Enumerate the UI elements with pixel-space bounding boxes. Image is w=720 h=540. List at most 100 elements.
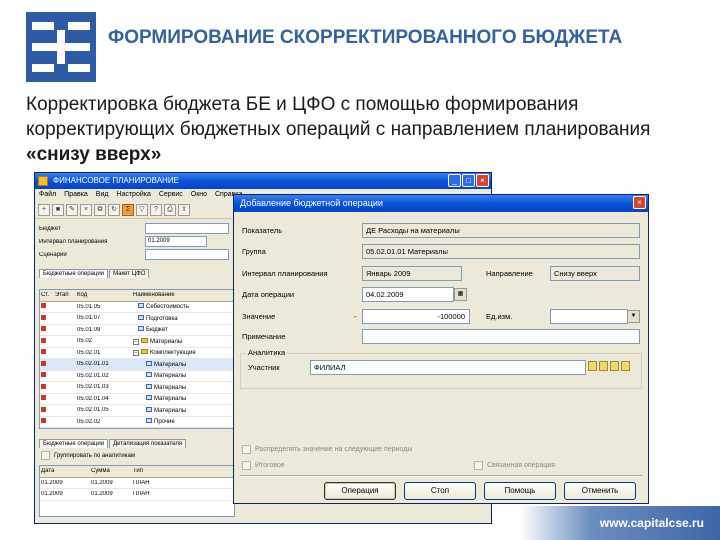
folder-icon[interactable] bbox=[599, 361, 608, 371]
column-header[interactable]: Тип bbox=[132, 468, 182, 474]
status-marker-icon bbox=[41, 418, 46, 424]
document-icon bbox=[146, 395, 152, 401]
checkbox-box[interactable] bbox=[242, 461, 251, 470]
minimize-icon[interactable]: _ bbox=[448, 174, 461, 187]
operation-button[interactable]: Операция bbox=[324, 482, 396, 500]
column-header[interactable]: Код bbox=[76, 292, 132, 298]
row-name-cell: Материалы bbox=[132, 406, 232, 414]
table-row[interactable]: 05.02.01.02 Материалы bbox=[40, 371, 234, 382]
row-name: Материалы bbox=[154, 407, 187, 414]
close-icon[interactable]: × bbox=[476, 174, 489, 187]
row-status-cell bbox=[40, 406, 54, 414]
value-field[interactable]: -100000 bbox=[362, 309, 470, 324]
table-row[interactable]: 05.01.09 Бюджет bbox=[40, 325, 234, 336]
tab-budget-operations[interactable]: Бюджетные операции bbox=[39, 269, 109, 278]
checkbox-box[interactable] bbox=[474, 461, 483, 470]
group-field[interactable]: 05.02.01.01 Материалы bbox=[362, 244, 640, 259]
menu-item[interactable]: Вид bbox=[96, 191, 109, 198]
column-header[interactable]: Ст. bbox=[40, 292, 54, 298]
menu-item[interactable]: Правка bbox=[64, 191, 88, 198]
tab-bottom-detail[interactable]: Детализация показателя bbox=[109, 439, 187, 448]
expand-icon[interactable]: − bbox=[133, 350, 139, 357]
row-name: Материалы bbox=[154, 373, 187, 380]
delete-icon[interactable]: × bbox=[80, 203, 92, 216]
op-date-field[interactable]: 04.02.2009 bbox=[362, 287, 454, 302]
filter-icon[interactable]: ▽ bbox=[136, 203, 148, 216]
table-row[interactable]: 05.02.02 Прочие bbox=[40, 417, 234, 428]
menu-item[interactable]: Настройка bbox=[116, 191, 150, 198]
table-row[interactable]: 01.2009 01.2009 ПЛАН bbox=[40, 489, 234, 501]
main-window-titlebar[interactable]: ФИНАНСОВОЕ ПЛАНИРОВАНИЕ _ □ × bbox=[35, 173, 491, 189]
dialog-close-icon[interactable]: × bbox=[633, 196, 646, 209]
edit-icon[interactable] bbox=[610, 361, 619, 371]
direction-field[interactable]: Снизу вверх bbox=[550, 266, 640, 281]
group-by-analytics-checkbox[interactable]: Группировать по аналитикам bbox=[41, 451, 135, 460]
edit-icon[interactable]: ✎ bbox=[66, 203, 78, 216]
chevron-down-icon[interactable]: ▼ bbox=[627, 310, 640, 323]
table-row[interactable]: 01.2009 01.2009 ПЛАН bbox=[40, 478, 234, 489]
slide-lead-text: Корректировка бюджета БЕ и ЦФО с помощью… bbox=[26, 92, 706, 167]
copy-icon[interactable]: ⧉ bbox=[94, 203, 106, 216]
clear-icon[interactable] bbox=[621, 361, 630, 371]
operation-sum: 01.2009 bbox=[91, 479, 113, 486]
menu-item[interactable]: Окно bbox=[191, 191, 207, 198]
total-checkbox[interactable]: Итоговое bbox=[242, 461, 285, 470]
dialog-titlebar[interactable]: Добавление бюджетной операции × bbox=[234, 195, 648, 212]
column-header[interactable]: Этап bbox=[54, 292, 76, 298]
chevron-down-icon[interactable] bbox=[588, 361, 597, 371]
row-status-cell bbox=[40, 360, 54, 368]
table-row[interactable]: 05.02.01.05 Материалы bbox=[40, 405, 234, 417]
interval-field[interactable]: Январь 2009 bbox=[362, 266, 462, 281]
column-header[interactable]: Сумма bbox=[90, 468, 132, 474]
save-icon[interactable]: ■ bbox=[52, 203, 64, 216]
budget-field[interactable] bbox=[145, 223, 229, 234]
table-row[interactable]: 05.02.01.03 Материалы bbox=[40, 382, 234, 394]
account-field[interactable]: ФИЛИАЛ bbox=[310, 360, 586, 375]
help-button[interactable]: Помощь bbox=[484, 482, 556, 500]
row-name: Материалы bbox=[150, 338, 183, 345]
table-row[interactable]: 05.02 − Материалы bbox=[40, 336, 234, 348]
calculate-icon[interactable]: Σ bbox=[122, 203, 134, 216]
tab-cfo-layout[interactable]: Макет ЦФО bbox=[109, 269, 150, 278]
indicators-grid: Ст. Этап Код Наименование 05.01.05 Себест… bbox=[39, 289, 235, 429]
interval-field[interactable]: 01.2009 bbox=[145, 236, 207, 247]
column-header[interactable]: Наименование bbox=[132, 292, 232, 298]
checkbox-box[interactable] bbox=[242, 445, 251, 454]
expand-icon[interactable]: − bbox=[133, 338, 139, 345]
print-icon[interactable]: ⎙ bbox=[164, 203, 176, 216]
new-icon[interactable]: + bbox=[38, 203, 50, 216]
table-row[interactable]: 05.01.07 Подготовка bbox=[40, 313, 234, 325]
interval-label: Интервал планирования bbox=[242, 269, 328, 278]
note-field[interactable] bbox=[362, 329, 640, 344]
op-date-label: Дата операции bbox=[242, 290, 295, 299]
table-row[interactable]: 05.02.01 − Комплектующие bbox=[40, 348, 234, 359]
stop-button[interactable]: Стоп bbox=[404, 482, 476, 500]
indicator-label: Показатель bbox=[242, 226, 283, 235]
tab-bottom-operations[interactable]: Бюджетные операции bbox=[39, 439, 109, 448]
menu-item[interactable]: Сервис bbox=[159, 191, 183, 198]
table-row[interactable]: 05.01.05 Себестоимость bbox=[40, 302, 234, 313]
indicator-field[interactable]: ДЕ Расходы на материалы bbox=[362, 223, 640, 238]
row-code: 05.02.01.04 bbox=[77, 395, 109, 402]
column-header[interactable]: Дата bbox=[40, 468, 90, 474]
refresh-icon[interactable]: ↻ bbox=[108, 203, 120, 216]
calendar-icon[interactable]: ▦ bbox=[454, 288, 467, 301]
dialog-divider bbox=[240, 475, 642, 477]
checkbox-box[interactable] bbox=[41, 451, 50, 460]
export-icon[interactable]: ⇪ bbox=[178, 203, 190, 216]
row-status-cell bbox=[40, 383, 54, 391]
row-code: 05.02.01 bbox=[77, 349, 101, 356]
linked-operation-checkbox[interactable]: Связанная операция bbox=[474, 461, 555, 470]
document-icon bbox=[146, 406, 152, 412]
distribute-checkbox[interactable]: Распределять значение на следующие перио… bbox=[242, 445, 412, 454]
table-row[interactable]: 05.02.01.01 Материалы bbox=[40, 359, 234, 371]
menu-item[interactable]: Файл bbox=[39, 191, 56, 198]
table-row[interactable]: 05.02.01.04 Материалы bbox=[40, 394, 234, 405]
cancel-button[interactable]: Отменить bbox=[564, 482, 636, 500]
help-icon[interactable]: ? bbox=[150, 203, 162, 216]
row-code: 05.01.07 bbox=[77, 315, 101, 322]
scenario-field[interactable] bbox=[145, 249, 229, 260]
maximize-icon[interactable]: □ bbox=[462, 174, 475, 187]
value-sign: - bbox=[354, 312, 357, 321]
unit-field[interactable] bbox=[550, 309, 628, 324]
